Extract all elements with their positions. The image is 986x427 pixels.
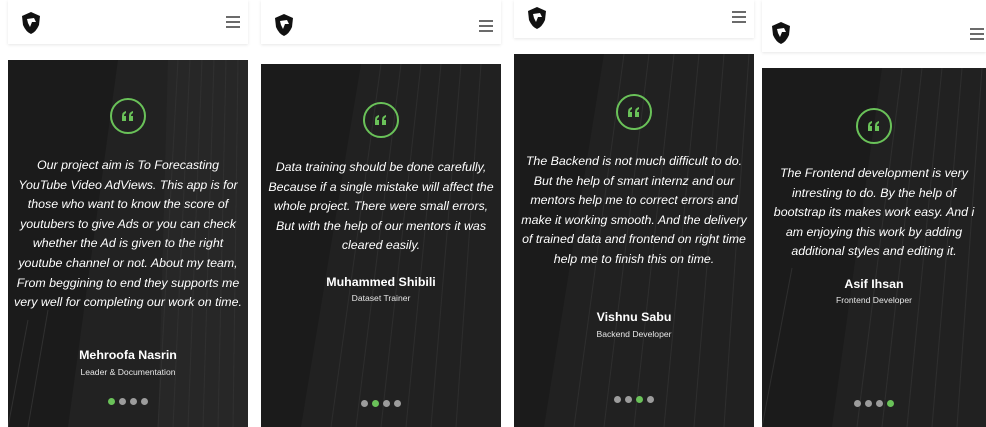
carousel-dot-1[interactable] (108, 398, 115, 405)
shield-logo-icon[interactable] (18, 10, 44, 36)
testimonial-quote: The Frontend development is very intrest… (773, 166, 975, 259)
navbar (762, 0, 986, 52)
carousel-dots (762, 400, 986, 407)
quote-icon (110, 98, 146, 134)
navbar (8, 0, 248, 44)
carousel-dot-1[interactable] (361, 400, 368, 407)
carousel-dot-2[interactable] (625, 396, 632, 403)
navbar (261, 0, 501, 44)
hamburger-menu-icon[interactable] (226, 16, 240, 28)
testimonial-quote: Data training should be done carefully, … (268, 160, 494, 253)
testimonial-role: Leader & Documentation (80, 367, 176, 377)
carousel-dot-1[interactable] (614, 396, 621, 403)
shield-logo-icon[interactable] (768, 20, 794, 46)
testimonial-hero: The Frontend development is very intrest… (762, 68, 986, 427)
carousel-dot-2[interactable] (119, 398, 126, 405)
carousel-dot-2[interactable] (865, 400, 872, 407)
quote-icon (363, 102, 399, 138)
testimonial-content: The Frontend development is very intrest… (762, 68, 986, 427)
carousel-dot-2[interactable] (372, 400, 379, 407)
carousel-dot-4[interactable] (647, 396, 654, 403)
phone-screen-3: The Backend is not much difficult to do.… (514, 0, 754, 427)
carousel-dot-4[interactable] (141, 398, 148, 405)
carousel-dot-3[interactable] (130, 398, 137, 405)
quote-icon (616, 94, 652, 130)
testimonial-content: The Backend is not much difficult to do.… (514, 54, 754, 427)
testimonial-content: Data training should be done carefully, … (261, 64, 501, 427)
testimonial-role: Dataset Trainer (351, 293, 411, 303)
carousel-dot-4[interactable] (394, 400, 401, 407)
carousel-dots (8, 398, 248, 405)
hamburger-menu-icon[interactable] (479, 20, 493, 32)
hamburger-menu-icon[interactable] (970, 28, 984, 40)
testimonial-content: Our project aim is To Forecasting YouTub… (8, 60, 248, 427)
testimonial-name: Vishnu Sabu (596, 310, 672, 324)
testimonial-quote: Our project aim is To Forecasting YouTub… (14, 158, 242, 310)
quote-icon (856, 108, 892, 144)
phone-screen-2: Data training should be done carefully, … (261, 0, 501, 427)
testimonial-role: Backend Developer (596, 329, 672, 339)
hamburger-menu-icon[interactable] (732, 11, 746, 23)
carousel-dot-1[interactable] (854, 400, 861, 407)
testimonial-name: Asif Ihsan (844, 277, 904, 291)
carousel-dot-3[interactable] (636, 396, 643, 403)
carousel-dot-3[interactable] (383, 400, 390, 407)
testimonial-name: Mehroofa Nasrin (79, 348, 177, 362)
testimonial-hero: Data training should be done carefully, … (261, 64, 501, 427)
testimonial-hero: Our project aim is To Forecasting YouTub… (8, 60, 248, 427)
phone-screen-1: Our project aim is To Forecasting YouTub… (8, 0, 248, 427)
carousel-dot-3[interactable] (876, 400, 883, 407)
carousel-dot-4[interactable] (887, 400, 894, 407)
testimonial-quote: The Backend is not much difficult to do.… (521, 154, 747, 266)
carousel-dots (261, 400, 501, 407)
testimonial-hero: The Backend is not much difficult to do.… (514, 54, 754, 427)
navbar (514, 0, 754, 38)
testimonial-role: Frontend Developer (836, 295, 912, 305)
testimonial-name: Muhammed Shibili (326, 275, 436, 289)
carousel-dots (514, 396, 754, 403)
shield-logo-icon[interactable] (524, 5, 550, 31)
shield-logo-icon[interactable] (271, 12, 297, 38)
phone-screen-4: The Frontend development is very intrest… (762, 0, 986, 427)
